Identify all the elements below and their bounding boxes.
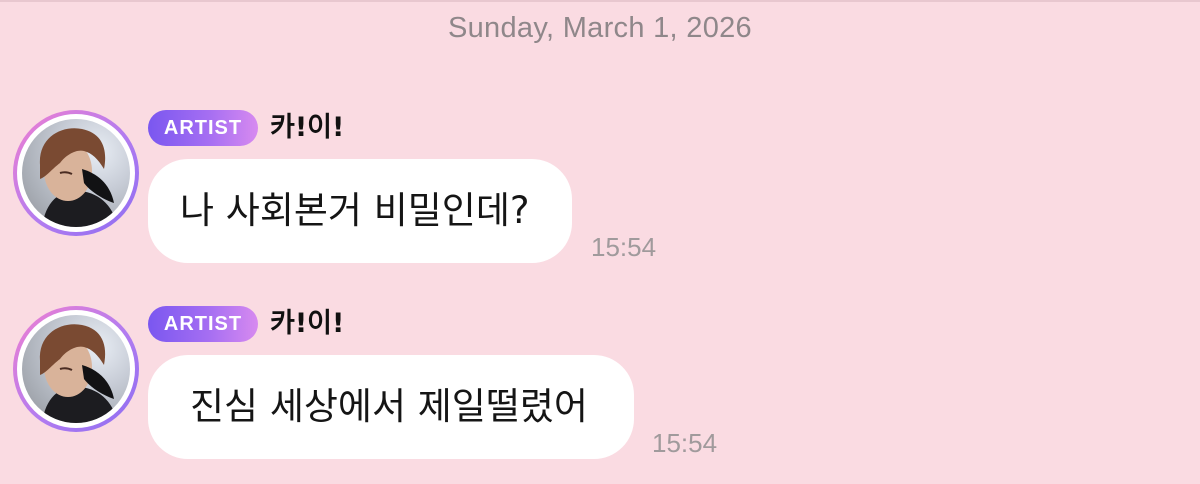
message-timestamp: 15:54 bbox=[591, 232, 657, 262]
top-divider bbox=[0, 0, 1200, 2]
artist-badge: ARTIST bbox=[148, 306, 258, 342]
avatar[interactable] bbox=[13, 306, 139, 432]
artist-badge: ARTIST bbox=[148, 110, 258, 146]
artist-avatar-photo bbox=[22, 315, 130, 423]
sender-name[interactable]: 카!이! bbox=[270, 108, 344, 148]
sender-name[interactable]: 카!이! bbox=[270, 304, 344, 344]
message-bubble[interactable]: 진심 세상에서 제일떨렸어 bbox=[148, 355, 634, 459]
message-timestamp: 15:54 bbox=[652, 428, 718, 458]
artist-avatar-photo bbox=[22, 119, 130, 227]
message-bubble[interactable]: 나 사회본거 비밀인데? bbox=[148, 159, 572, 263]
avatar[interactable] bbox=[13, 110, 139, 236]
date-separator: Sunday, March 1, 2026 bbox=[447, 12, 752, 44]
